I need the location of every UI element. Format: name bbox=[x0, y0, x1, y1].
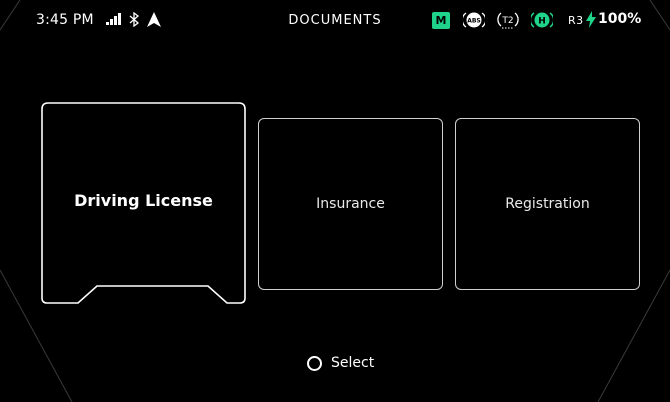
document-card-driving-license[interactable]: Driving License bbox=[41, 102, 246, 305]
traction-control-icon: T2 bbox=[497, 12, 519, 29]
select-hint[interactable]: Select bbox=[307, 355, 374, 371]
document-label: Insurance bbox=[316, 196, 385, 212]
select-label: Select bbox=[331, 355, 375, 371]
document-label: Driving License bbox=[74, 191, 213, 210]
status-bar: 3:45 PM DOCUMENTS M ABS T2 H R3 100% bbox=[0, 0, 670, 46]
abs-icon: ABS bbox=[463, 12, 485, 28]
headlight-icon: H bbox=[531, 12, 553, 28]
svg-text:H: H bbox=[538, 17, 546, 27]
gear-indicator: R3 bbox=[568, 14, 584, 27]
document-label: Registration bbox=[505, 196, 590, 212]
document-card-registration[interactable]: Registration bbox=[455, 118, 640, 290]
svg-text:ABS: ABS bbox=[467, 18, 481, 25]
select-button-icon bbox=[307, 355, 322, 371]
document-card-insurance[interactable]: Insurance bbox=[258, 118, 443, 290]
charging-bolt-icon bbox=[586, 11, 596, 28]
svg-text:T2: T2 bbox=[501, 16, 513, 26]
mode-badge: M bbox=[432, 12, 450, 29]
battery-level: 100% bbox=[598, 11, 642, 27]
